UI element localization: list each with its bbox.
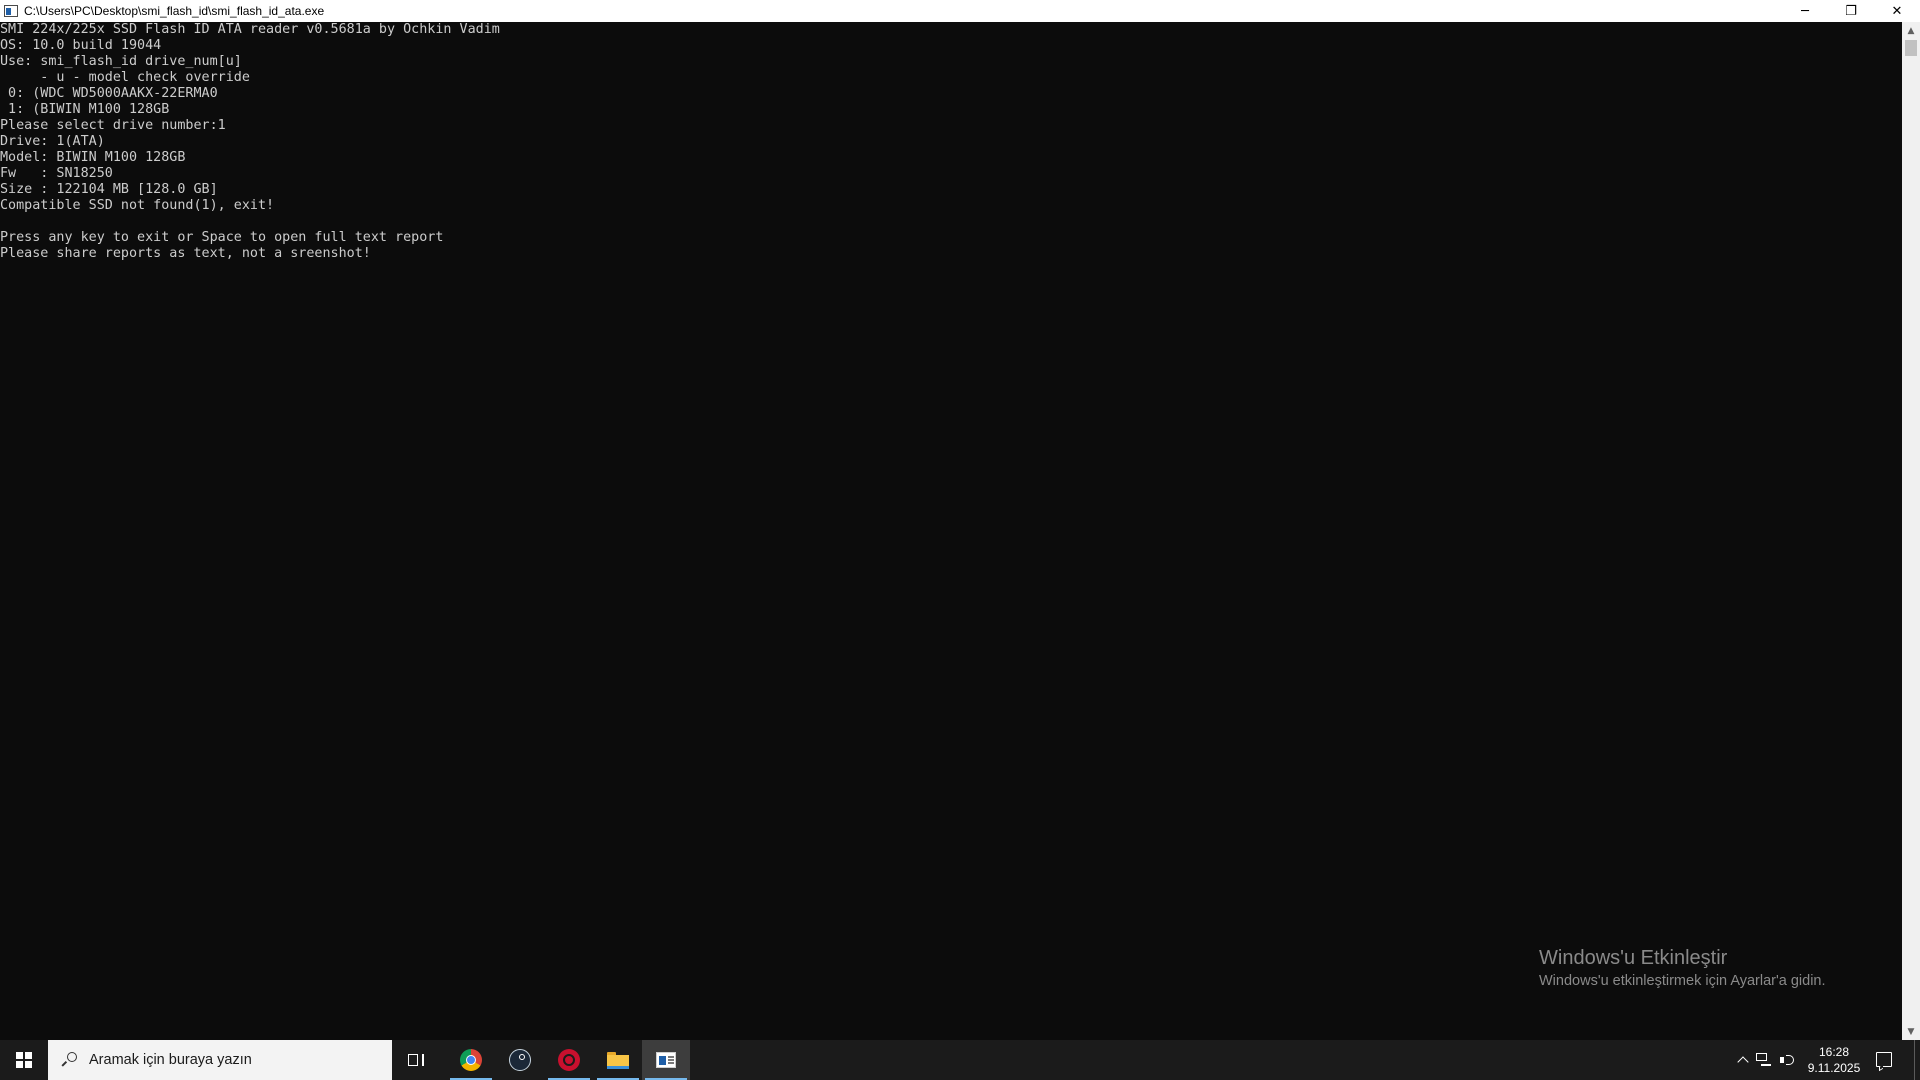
console-output[interactable]: SMI 224x/225x SSD Flash ID ATA reader v0… (0, 22, 1902, 1040)
console-window: C:\Users\PC\Desktop\smi_flash_id\smi_fla… (0, 0, 1920, 1040)
taskbar-search[interactable] (48, 1040, 392, 1080)
taskbar-app-file-explorer[interactable] (594, 1040, 642, 1080)
taskbar-app-console[interactable] (642, 1040, 690, 1080)
taskbar-clock[interactable]: 16:28 9.11.2025 (1804, 1040, 1864, 1080)
search-input[interactable] (89, 1052, 369, 1068)
console-line: Please share reports as text, not a sree… (0, 246, 371, 261)
console-line: Press any key to exit or Space to open f… (0, 230, 444, 245)
restore-button[interactable]: ❐ (1828, 0, 1874, 22)
task-view-icon (408, 1053, 424, 1067)
scroll-up-button[interactable]: ▲ (1902, 22, 1920, 39)
watermark-subtitle: Windows'u etkinleştirmek için Ayarlar'a … (1539, 973, 1826, 989)
console-line: 1: (BIWIN M100 128GB (0, 102, 170, 117)
console-line: OS: 10.0 build 19044 (0, 38, 162, 53)
show-desktop-button[interactable] (1914, 1040, 1920, 1080)
taskbar-app-steam[interactable] (496, 1040, 544, 1080)
volume-icon[interactable] (1779, 1052, 1797, 1068)
red-app-icon (558, 1049, 580, 1071)
window-title: C:\Users\PC\Desktop\smi_flash_id\smi_fla… (24, 4, 325, 18)
clock-date: 9.11.2025 (1807, 1061, 1861, 1075)
watermark-title: Windows'u Etkinleştir (1539, 947, 1728, 969)
activation-watermark: Windows'u Etkinleştir Windows'u etkinleş… (1539, 946, 1826, 990)
console-line: 0: (WDC WD5000AAKX-22ERMA0 (0, 86, 218, 101)
close-button[interactable]: ✕ (1874, 0, 1920, 22)
console-line: Use: smi_flash_id drive_num[u] (0, 54, 242, 69)
console-line: Compatible SSD not found(1), exit! (0, 198, 275, 213)
console-line: SMI 224x/225x SSD Flash ID ATA reader v0… (0, 22, 500, 37)
scroll-down-button[interactable]: ▼ (1902, 1023, 1920, 1040)
task-view-button[interactable] (392, 1040, 440, 1080)
start-button[interactable] (0, 1040, 48, 1080)
chevron-up-icon (1737, 1056, 1749, 1068)
console-line: Size : 122104 MB [128.0 GB] (0, 182, 218, 197)
folder-icon (607, 1051, 629, 1069)
taskbar-app-chrome[interactable] (447, 1040, 495, 1080)
windows-logo-icon (16, 1052, 32, 1068)
show-hidden-icons-button[interactable] (1733, 1040, 1753, 1080)
console-app-icon[interactable] (4, 5, 18, 17)
console-line: Drive: 1(ATA) (0, 134, 105, 149)
clock-time: 16:28 (1818, 1045, 1850, 1059)
steam-icon (509, 1049, 531, 1071)
console-app-icon (656, 1052, 676, 1068)
minimize-button[interactable]: ─ (1782, 0, 1828, 22)
notification-center-icon[interactable] (1876, 1052, 1892, 1067)
taskbar-app-red[interactable] (545, 1040, 593, 1080)
console-line: Please select drive number:1 (0, 118, 226, 133)
taskbar: 16:28 9.11.2025 (0, 1040, 1920, 1080)
search-icon (61, 1052, 77, 1068)
scroll-thumb[interactable] (1905, 40, 1917, 56)
chrome-icon (460, 1049, 482, 1071)
window-controls: ─ ❐ ✕ (1782, 0, 1920, 22)
console-line: - u - model check override (0, 70, 250, 85)
vertical-scrollbar[interactable]: ▲ ▼ (1902, 22, 1920, 1040)
console-line: Model: BIWIN M100 128GB (0, 150, 186, 165)
network-icon[interactable] (1756, 1052, 1772, 1068)
console-line: Fw : SN18250 (0, 166, 113, 181)
title-bar[interactable]: C:\Users\PC\Desktop\smi_flash_id\smi_fla… (0, 0, 1920, 22)
